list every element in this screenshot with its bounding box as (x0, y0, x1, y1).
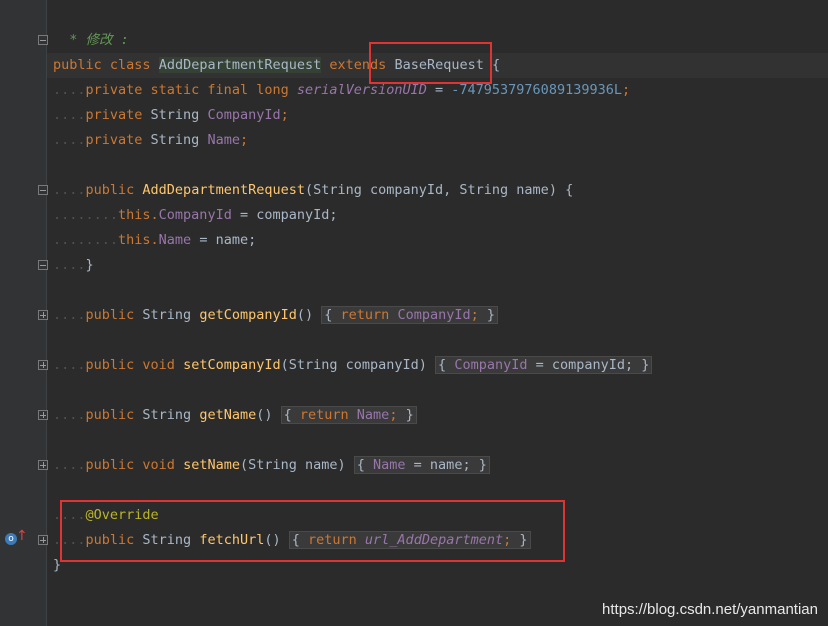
body-rest: ; (470, 307, 479, 323)
method-modifiers: public (85, 307, 143, 323)
field-ref: Name (356, 407, 390, 423)
class-open-brace: { (492, 57, 501, 73)
semicolon: ; (239, 132, 249, 148)
highlight-box-base-class (369, 42, 492, 84)
comment-line: * 修改 : (53, 3, 129, 48)
comment-end-line: */ (53, 28, 85, 73)
field-line: ....private String CompanyId; (53, 103, 289, 128)
close-brace: } (478, 307, 495, 323)
fold-collapse-icon[interactable] (38, 260, 48, 270)
field-ref[interactable]: Name (159, 232, 192, 248)
field-ref: CompanyId (454, 357, 528, 373)
keyword-public: public (53, 57, 102, 73)
field-type: String (150, 132, 208, 148)
constructor-body-line: ........this.Name = name; (53, 228, 256, 253)
indent-dots: .... (53, 132, 86, 148)
fold-expand-icon[interactable] (38, 360, 48, 370)
close-brace: } (633, 357, 650, 373)
open-brace: { (356, 457, 374, 473)
open-brace: { (283, 407, 300, 423)
constructor-name[interactable]: AddDepartmentRequest (142, 182, 305, 198)
indent-dots: .... (53, 257, 86, 273)
field-line: ....private String Name; (53, 128, 248, 153)
constructor-body-line: ........this.CompanyId = companyId; (53, 203, 338, 228)
indent-dots: .... (53, 182, 86, 198)
method-modifiers: public void (85, 357, 184, 373)
highlight-box-fetch-url (60, 500, 565, 562)
field-ref: CompanyId (397, 307, 471, 323)
body-rest: = name; (405, 457, 471, 473)
method-name[interactable]: setCompanyId (183, 357, 281, 373)
keyword-this: this. (118, 232, 159, 248)
field-modifiers: private (85, 132, 151, 148)
open-brace: { (324, 307, 341, 323)
open-brace: { (438, 357, 455, 373)
indent-dots: .... (53, 307, 86, 323)
field-ref[interactable]: CompanyId (159, 207, 232, 223)
fold-expand-icon[interactable] (38, 460, 48, 470)
constructor-params: (String companyId, String name) { (304, 182, 574, 198)
keyword-this: this. (118, 207, 159, 223)
method-signature: () (296, 307, 322, 323)
method-name[interactable]: getCompanyId (199, 307, 297, 323)
semicolon: ; (280, 107, 289, 123)
watermark: https://blog.csdn.net/yanmantian (602, 601, 818, 618)
field-ref: Name (373, 457, 406, 473)
field-modifiers: private static final long (85, 82, 297, 98)
fold-collapse-icon[interactable] (38, 35, 48, 45)
method-line: ....public void setCompanyId(String comp… (53, 353, 653, 378)
close-brace: } (85, 257, 94, 273)
method-line: ....public String getCompanyId() { retur… (53, 303, 498, 328)
constructor-close-line: ....} (53, 253, 94, 278)
field-name[interactable]: serialVersionUID (297, 82, 427, 98)
keyword-public: public (85, 182, 143, 198)
fold-expand-icon[interactable] (38, 310, 48, 320)
indent-dots: .... (53, 407, 86, 423)
folded-body[interactable]: { Name = name; } (353, 456, 490, 474)
field-type: String (150, 107, 208, 123)
method-name[interactable]: setName (183, 457, 240, 473)
field-name[interactable]: CompanyId (207, 107, 280, 123)
indent-dots: .... (53, 357, 86, 373)
field-value: -7479537976089139936L (451, 82, 622, 98)
class-name[interactable]: AddDepartmentRequest (158, 57, 322, 73)
return-type: String (142, 407, 200, 423)
method-line: ....public void setName(String name) { N… (53, 453, 490, 478)
assignment-rest: = companyId; (231, 207, 338, 223)
method-modifiers: public (85, 407, 143, 423)
method-line: ....public String getName() { return Nam… (53, 403, 417, 428)
indent-dots: .... (53, 82, 86, 98)
field-modifiers: private (85, 107, 151, 123)
indent-dots: ........ (53, 207, 119, 223)
keyword-return: return (340, 307, 398, 323)
return-type: String (142, 307, 200, 323)
indent-dots: .... (53, 107, 86, 123)
semicolon: ; (621, 82, 631, 98)
method-signature: (String companyId) (280, 357, 436, 373)
method-name[interactable]: getName (199, 407, 256, 423)
body-rest: = companyId; (527, 357, 634, 373)
keyword-return: return (299, 407, 357, 423)
folded-body[interactable]: { return CompanyId; } (321, 306, 498, 324)
implements-arrow-icon[interactable]: ↑ (16, 529, 28, 543)
keyword-class: class (109, 57, 151, 73)
method-modifiers: public void (85, 457, 184, 473)
field-line: ....private static final long serialVers… (53, 78, 630, 103)
assignment-rest: = name; (191, 232, 257, 248)
fold-expand-icon[interactable] (38, 410, 48, 420)
method-signature: () (256, 407, 281, 423)
indent-dots: ........ (53, 232, 119, 248)
folded-body[interactable]: { return Name; } (280, 406, 417, 424)
fold-collapse-icon[interactable] (38, 185, 48, 195)
assign-op: = (426, 82, 452, 98)
folded-body[interactable]: { CompanyId = companyId; } (435, 356, 653, 374)
method-signature: (String name) (239, 457, 354, 473)
field-name[interactable]: Name (207, 132, 240, 148)
close-brace: } (397, 407, 414, 423)
close-brace: } (470, 457, 487, 473)
indent-dots: .... (53, 457, 86, 473)
constructor-line: ....public AddDepartmentRequest(String c… (53, 178, 573, 203)
fold-expand-icon[interactable] (38, 535, 48, 545)
